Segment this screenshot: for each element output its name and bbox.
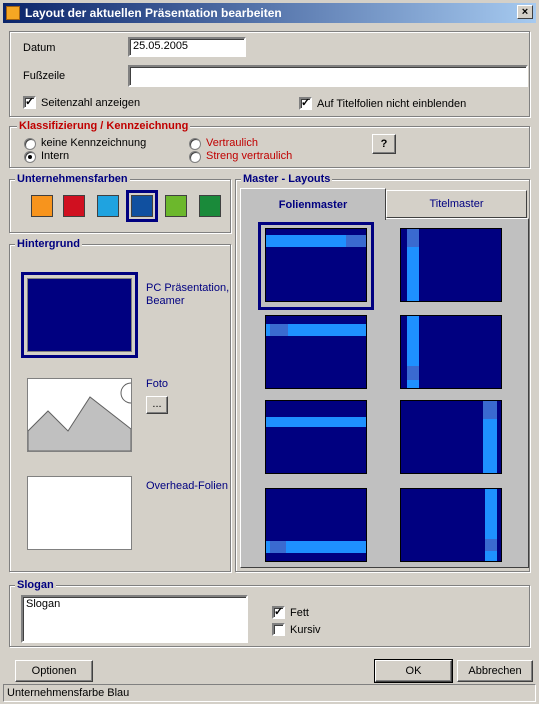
background-overhead-preview[interactable] bbox=[27, 476, 132, 550]
kursiv-checkbox[interactable] bbox=[272, 623, 285, 636]
datum-field[interactable]: 25.05.2005 bbox=[128, 37, 246, 57]
status-bar: Unternehmensfarbe Blau bbox=[3, 684, 536, 702]
radio-vertraulich[interactable] bbox=[189, 138, 201, 150]
classification-title: Klassifizierung / Kennzeichnung bbox=[17, 120, 191, 132]
radio-label-streng: Streng vertraulich bbox=[206, 150, 293, 162]
slogan-title: Slogan bbox=[15, 579, 56, 591]
close-button[interactable]: × bbox=[517, 5, 533, 19]
color-swatch[interactable] bbox=[63, 195, 85, 217]
background-overhead-label[interactable]: Overhead-Folien bbox=[146, 480, 228, 492]
background-foto-preview[interactable] bbox=[27, 378, 142, 452]
color-swatch[interactable] bbox=[97, 195, 119, 217]
background-pc-preview[interactable] bbox=[27, 278, 132, 352]
master-layout-thumb-right-bar[interactable] bbox=[400, 400, 502, 474]
radio-intern[interactable] bbox=[24, 151, 36, 163]
background-pc-label[interactable]: PC Präsentation, Beamer bbox=[146, 282, 232, 308]
help-button[interactable]: ? bbox=[372, 134, 396, 154]
background-title: Hintergrund bbox=[15, 238, 82, 250]
master-layout-thumb-bottom-bar[interactable] bbox=[265, 488, 367, 562]
title-bar[interactable]: Layout der aktuellen Präsentation bearbe… bbox=[3, 3, 536, 23]
slogan-field[interactable]: Slogan bbox=[21, 595, 248, 643]
master-layouts-title: Master - Layouts bbox=[241, 173, 333, 185]
master-layout-thumb-left-bar-short[interactable] bbox=[400, 315, 502, 389]
fusszeile-label: Fußzeile bbox=[23, 70, 66, 82]
seitenzahl-checkbox[interactable]: ✓ bbox=[23, 96, 36, 109]
master-layout-thumb-left-bar[interactable] bbox=[400, 228, 502, 302]
master-layout-thumb-right-bar-low[interactable] bbox=[400, 488, 502, 562]
seitenzahl-label: Seitenzahl anzeigen bbox=[41, 97, 141, 109]
tab-folienmaster[interactable]: Folienmaster bbox=[240, 188, 386, 220]
color-swatch[interactable] bbox=[199, 195, 221, 217]
datum-label: Datum bbox=[23, 42, 56, 54]
titelfolien-checkbox[interactable]: ✓ bbox=[299, 97, 312, 110]
fett-label: Fett bbox=[290, 607, 309, 619]
company-colors-title: Unternehmensfarben bbox=[15, 173, 130, 185]
master-layout-thumb-top-bar-inset[interactable] bbox=[265, 315, 367, 389]
radio-streng-vertraulich[interactable] bbox=[189, 151, 201, 163]
fusszeile-field[interactable] bbox=[128, 65, 528, 87]
color-swatch[interactable] bbox=[31, 195, 53, 217]
layout-band bbox=[485, 539, 497, 551]
kursiv-label: Kursiv bbox=[290, 624, 321, 636]
radio-label-keine: keine Kennzeichnung bbox=[41, 137, 147, 149]
color-swatch-selected-frame bbox=[126, 190, 158, 222]
titelfolien-label: Auf Titelfolien nicht einblenden bbox=[317, 98, 467, 110]
tab-titelmaster[interactable]: Titelmaster bbox=[386, 190, 527, 218]
ok-button[interactable]: OK bbox=[374, 659, 453, 683]
layout-band bbox=[270, 324, 288, 336]
layout-band bbox=[407, 366, 419, 380]
radio-keine-kennzeichnung[interactable] bbox=[24, 138, 36, 150]
window-title: Layout der aktuellen Präsentation bearbe… bbox=[25, 6, 282, 20]
fett-checkbox[interactable]: ✓ bbox=[272, 606, 285, 619]
tab-folienmaster-label: Folienmaster bbox=[278, 199, 348, 211]
dialog-window: Layout der aktuellen Präsentation bearbe… bbox=[0, 0, 539, 704]
foto-browse-button[interactable]: ... bbox=[146, 396, 168, 414]
layout-band bbox=[485, 489, 497, 561]
layout-band bbox=[483, 401, 497, 419]
layout-band bbox=[407, 229, 419, 247]
photo-placeholder-icon bbox=[27, 382, 142, 452]
layout-band bbox=[266, 417, 366, 427]
app-icon bbox=[6, 6, 20, 20]
radio-label-vertraulich: Vertraulich bbox=[206, 137, 258, 149]
options-button[interactable]: Optionen bbox=[15, 660, 93, 682]
radio-label-intern: Intern bbox=[41, 150, 70, 162]
layout-band bbox=[270, 541, 286, 553]
background-foto-label[interactable]: Foto bbox=[146, 378, 168, 390]
tab-titelmaster-label: Titelmaster bbox=[429, 198, 484, 210]
color-swatch[interactable] bbox=[165, 195, 187, 217]
master-layout-thumb-top-bar-low[interactable] bbox=[265, 400, 367, 474]
master-layout-selected-frame bbox=[258, 222, 374, 310]
cancel-button[interactable]: Abbrechen bbox=[457, 660, 533, 682]
